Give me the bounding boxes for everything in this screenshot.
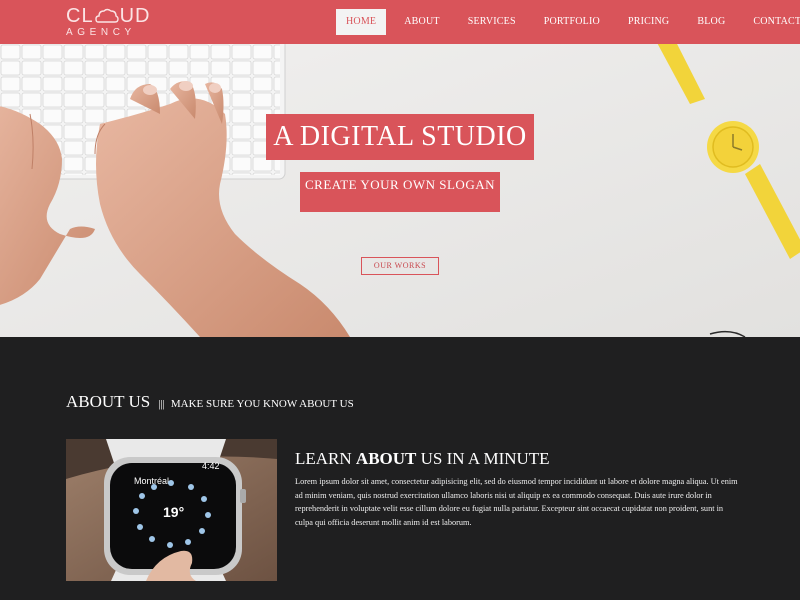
about-subtitle-bold: ABOUT	[355, 449, 417, 468]
main-nav: HOME ABOUT SERVICES PORTFOLIO PRICING BL…	[336, 9, 800, 35]
about-subtitle: LEARN ABOUT US IN A MINUTE	[295, 449, 550, 469]
nav-contact[interactable]: CONTACT	[743, 9, 800, 35]
about-heading-subtitle: MAKE SURE YOU KNOW ABOUT US	[170, 398, 354, 410]
about-heading-separator: |||	[158, 398, 165, 410]
about-subtitle-post: US IN A MINUTE	[420, 449, 550, 468]
logo[interactable]: CL UD AGENCY	[66, 6, 156, 40]
about-section: ABOUT US ||| MAKE SURE YOU KNOW ABOUT US…	[0, 337, 800, 600]
logo-wordmark: CL UD	[66, 6, 156, 26]
nav-blog[interactable]: BLOG	[687, 9, 735, 35]
watch-time-label: 4:42	[202, 461, 220, 471]
our-works-button[interactable]: OUR WORKS	[361, 257, 439, 275]
nav-about[interactable]: ABOUT	[394, 9, 449, 35]
logo-subtitle: AGENCY	[66, 27, 136, 38]
nav-home[interactable]: HOME	[336, 9, 387, 35]
logo-text-end: UD	[119, 5, 151, 27]
site-header: CL UD AGENCY HOME ABOUT SERVICES PORTFOL…	[0, 0, 800, 44]
about-subtitle-pre: LEARN	[295, 449, 352, 468]
logo-text-start: CL	[66, 5, 94, 27]
watch-city-label: Montréal	[134, 476, 169, 486]
watch-temp-label: 19°	[163, 504, 184, 520]
cloud-icon	[94, 8, 119, 23]
nav-portfolio[interactable]: PORTFOLIO	[534, 9, 610, 35]
nav-services[interactable]: SERVICES	[458, 9, 526, 35]
about-heading: ABOUT US ||| MAKE SURE YOU KNOW ABOUT US	[66, 392, 354, 412]
hero-title: A DIGITAL STUDIO	[266, 114, 534, 160]
about-heading-title: ABOUT US	[66, 392, 151, 411]
about-body-text: Lorem ipsum dolor sit amet, consectetur …	[295, 477, 738, 527]
nav-pricing[interactable]: PRICING	[618, 9, 679, 35]
hero-slogan: CREATE YOUR OWN SLOGAN	[300, 172, 500, 212]
smartwatch-illustration: Montréal 4:42 19°	[66, 439, 277, 581]
hero-section: A DIGITAL STUDIO CREATE YOUR OWN SLOGAN …	[0, 44, 800, 337]
smartwatch-photo: Montréal 4:42 19°	[66, 439, 277, 581]
